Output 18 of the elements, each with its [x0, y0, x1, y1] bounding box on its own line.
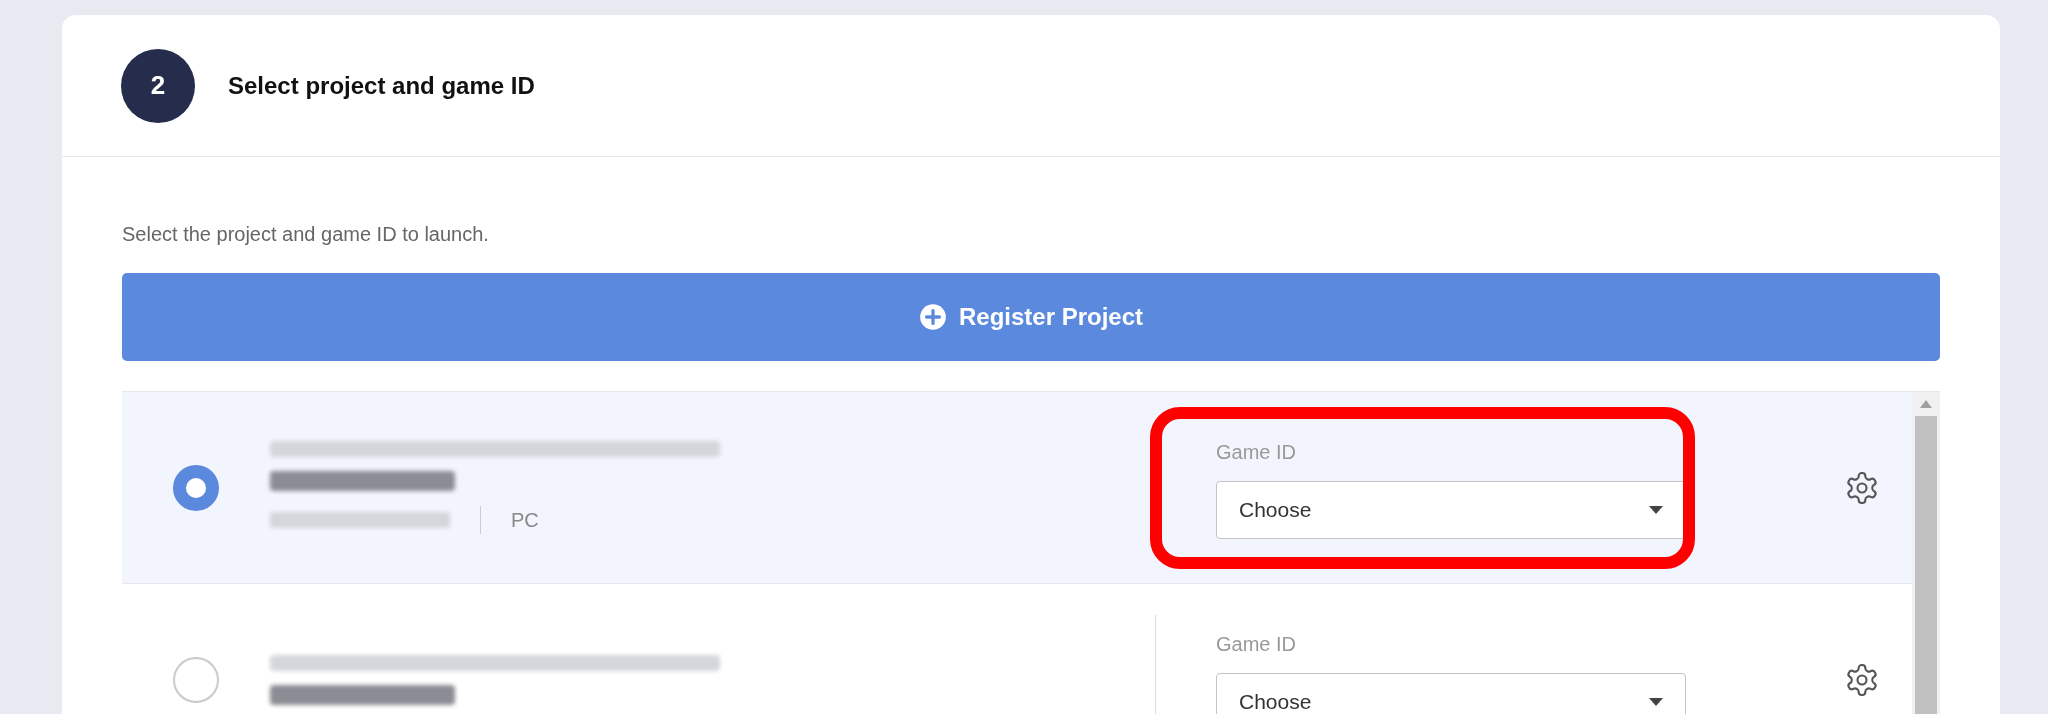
settings-icon[interactable]: [1844, 469, 1880, 506]
caret-icon: [1649, 505, 1663, 514]
plus-circle-icon: [918, 303, 947, 331]
game-id-label: Game ID: [1216, 631, 1298, 657]
project-row[interactable]: PC Game ID Choose: [122, 392, 1912, 584]
game-id-select[interactable]: Choose: [1216, 480, 1686, 539]
game-id-select[interactable]: Choose: [1216, 672, 1686, 714]
scroll-up-icon[interactable]: [1920, 400, 1932, 408]
description-text: Select the project and game ID to launch.: [122, 222, 490, 247]
radio-button[interactable]: [173, 656, 219, 703]
step-number: 2: [121, 48, 195, 123]
settings-icon[interactable]: [1844, 661, 1880, 698]
section-title: Select project and game ID: [228, 70, 535, 101]
game-id-label: Game ID: [1216, 439, 1298, 465]
scrollbar[interactable]: [1912, 392, 1940, 714]
platform-label: PC: [511, 507, 539, 533]
caret-icon: [1649, 697, 1663, 706]
radio-button[interactable]: [173, 464, 219, 511]
